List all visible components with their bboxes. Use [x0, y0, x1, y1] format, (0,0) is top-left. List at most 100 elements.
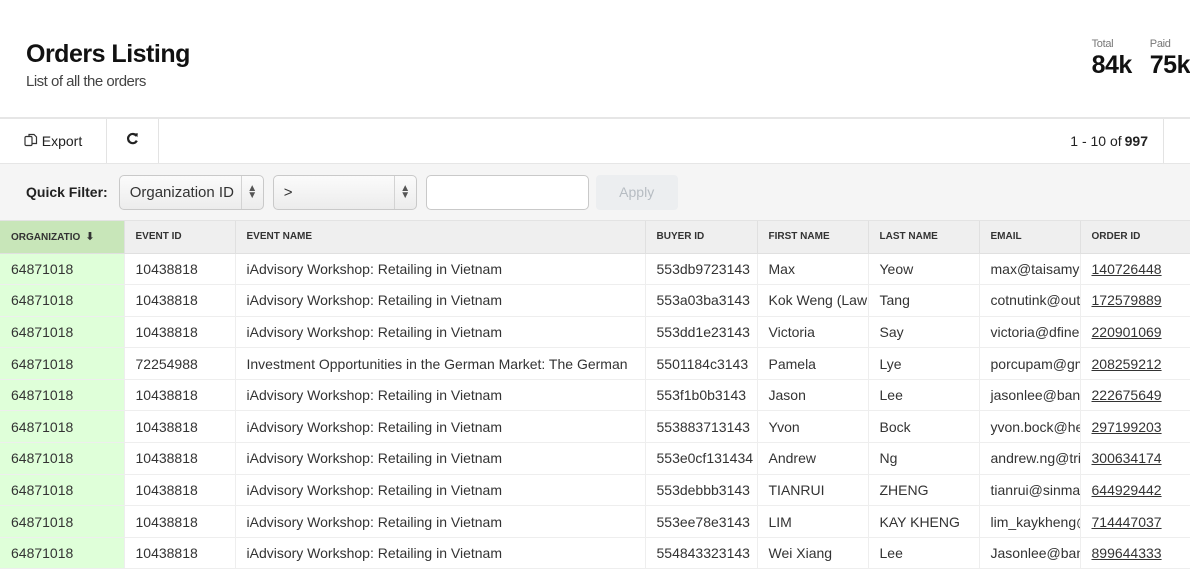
- cell-organization-id: 64871018: [0, 379, 125, 412]
- cell-order-id[interactable]: 172579889: [1080, 284, 1190, 317]
- cell-event-id: 10438818: [124, 316, 236, 349]
- apply-button[interactable]: Apply: [595, 174, 678, 210]
- cell-last-name: KAY KHENG: [868, 505, 980, 538]
- table-row[interactable]: 64871018 10438818 iAdvisory Workshop: Reta…: [0, 537, 1190, 570]
- cell-organization-id: 64871018: [0, 316, 125, 349]
- cell-event-id: 10438818: [124, 474, 236, 507]
- cell-event-name: iAdvisory Workshop: Retailing in Vietnam: [235, 474, 646, 507]
- cell-order-id[interactable]: 644929442: [1080, 474, 1190, 507]
- cell-event-id: 10438818: [124, 410, 236, 444]
- column-header-label: ORGANIZATIO: [11, 232, 81, 244]
- cell-last-name: ZHENG: [868, 474, 980, 507]
- page-title: Orders Listing: [26, 40, 190, 68]
- arrow-down-icon: ⬇: [82, 231, 95, 244]
- table-row[interactable]: 64871018 10438818 iAdvisory Workshop: Reta…: [0, 316, 1190, 349]
- cell-email: Jasonlee@banc: [979, 537, 1081, 570]
- quick-filter-bar: Quick Filter: Organization ID ▲ ▼ > ▲ ▼ Ap…: [0, 164, 1190, 221]
- cell-organization-id: 64871018: [0, 442, 125, 475]
- export-button[interactable]: Export: [0, 119, 107, 163]
- cell-email: yvon.bock@he: [979, 410, 1081, 444]
- cell-organization-id: 64871018: [0, 347, 125, 380]
- table-row[interactable]: 64871018 10438818 iAdvisory Workshop: Reta…: [0, 284, 1190, 317]
- cell-event-name: iAdvisory Workshop: Retailing in Vietnam: [235, 505, 646, 538]
- filter-field-value: Organization ID: [129, 183, 234, 201]
- table-row[interactable]: 64871018 10438818 iAdvisory Workshop: Reta…: [0, 474, 1190, 507]
- cell-email: cotnutink@out: [979, 284, 1081, 317]
- cell-event-name: iAdvisory Workshop: Retailing in Vietnam: [235, 253, 646, 286]
- cell-organization-id: 64871018: [0, 537, 125, 570]
- filter-operator-value: >: [283, 183, 293, 201]
- cell-first-name: Andrew: [757, 442, 869, 475]
- cell-email: porcupam@gm: [979, 347, 1081, 380]
- stat-paid: Paid 75k: [1150, 37, 1190, 79]
- page-header: Orders Listing List of all the orders To…: [0, 0, 1190, 118]
- cell-first-name: LIM: [757, 505, 869, 538]
- column-header-event-name[interactable]: EVENT NAME: [235, 221, 646, 254]
- cell-order-id[interactable]: 140726448: [1080, 253, 1190, 286]
- cell-buyer-id: 553f1b0b3143: [645, 379, 758, 412]
- column-header-event-id[interactable]: EVENT ID: [124, 221, 236, 254]
- cell-organization-id: 64871018: [0, 410, 125, 444]
- cell-event-id: 10438818: [124, 537, 236, 570]
- cell-order-id[interactable]: 208259212: [1080, 347, 1190, 380]
- refresh-icon: [126, 132, 139, 150]
- paging-range: 1 - 10 of: [1070, 133, 1122, 149]
- stat-total: Total 84k: [1091, 37, 1133, 79]
- stats-summary: Total 84k Paid 75k: [1092, 37, 1190, 79]
- column-header-email[interactable]: EMAIL: [979, 221, 1081, 254]
- cell-last-name: Yeow: [868, 253, 980, 286]
- cell-event-id: 10438818: [124, 379, 236, 412]
- cell-buyer-id: 553e0cf131434: [645, 442, 758, 475]
- column-header-organization-id[interactable]: ORGANIZATIO ⬇: [0, 221, 125, 254]
- updown-arrows-icon: ▲ ▼: [240, 175, 263, 209]
- cell-email: victoria@dfine: [979, 316, 1081, 349]
- cell-buyer-id: 553debbb3143: [645, 474, 758, 507]
- cell-buyer-id: 5501184c3143: [645, 347, 758, 380]
- cell-first-name: Victoria: [757, 316, 869, 349]
- table-row[interactable]: 64871018 10438818 iAdvisory Workshop: Reta…: [0, 410, 1190, 444]
- table-row[interactable]: 64871018 72254988 Investment Opportunities…: [0, 347, 1190, 380]
- column-header-order-id[interactable]: ORDER ID: [1080, 221, 1190, 254]
- cell-event-name: iAdvisory Workshop: Retailing in Vietnam: [235, 316, 646, 349]
- filter-operator-select[interactable]: > ▲ ▼: [272, 174, 417, 210]
- table-row[interactable]: 64871018 10438818 iAdvisory Workshop: Reta…: [0, 379, 1190, 412]
- cell-order-id[interactable]: 899644333: [1080, 537, 1190, 570]
- cell-order-id[interactable]: 222675649: [1080, 379, 1190, 412]
- cell-first-name: Yvon: [757, 410, 869, 444]
- cell-email: lim_kaykheng@: [979, 505, 1081, 538]
- column-header-buyer-id[interactable]: BUYER ID: [645, 221, 758, 254]
- table-header-row: ORGANIZATIO ⬇ EVENT ID EVENT NAME BUYER …: [0, 221, 1190, 254]
- stat-value: 75k: [1149, 51, 1190, 79]
- column-header-last-name[interactable]: LAST NAME: [868, 221, 980, 254]
- cell-event-name: Investment Opportunities in the German M…: [235, 347, 646, 380]
- cell-event-id: 72254988: [124, 347, 236, 380]
- copy-icon: [24, 133, 38, 150]
- column-header-first-name[interactable]: FIRST NAME: [757, 221, 869, 254]
- cell-order-id[interactable]: 714447037: [1080, 505, 1190, 538]
- filter-value-input[interactable]: [425, 174, 589, 210]
- cell-organization-id: 64871018: [0, 474, 125, 507]
- cell-order-id[interactable]: 220901069: [1080, 316, 1190, 349]
- table-row[interactable]: 64871018 10438818 iAdvisory Workshop: Reta…: [0, 505, 1190, 538]
- cell-buyer-id: 553883713143: [645, 410, 758, 444]
- cell-last-name: Lye: [868, 347, 980, 380]
- filter-field-select[interactable]: Organization ID ▲ ▼: [118, 174, 264, 210]
- cell-event-id: 10438818: [124, 284, 236, 317]
- cell-order-id[interactable]: 297199203: [1080, 410, 1190, 444]
- stat-label: Paid: [1149, 38, 1171, 50]
- cell-email: jasonlee@banc: [979, 379, 1081, 412]
- refresh-button[interactable]: [107, 119, 159, 163]
- pagination-info: 1 - 10 of 997: [1070, 119, 1164, 163]
- cell-event-name: iAdvisory Workshop: Retailing in Vietnam: [235, 442, 646, 475]
- export-label: Export: [41, 133, 83, 149]
- cell-buyer-id: 553dd1e23143: [645, 316, 758, 349]
- cell-order-id[interactable]: 300634174: [1080, 442, 1190, 475]
- page-subtitle: List of all the orders: [26, 73, 146, 90]
- cell-buyer-id: 553ee78e3143: [645, 505, 758, 538]
- table-row[interactable]: 64871018 10438818 iAdvisory Workshop: Reta…: [0, 253, 1190, 286]
- table-row[interactable]: 64871018 10438818 iAdvisory Workshop: Reta…: [0, 442, 1190, 475]
- cell-buyer-id: 554843323143: [645, 537, 758, 570]
- stat-label: Total: [1091, 38, 1114, 50]
- orders-table: ORGANIZATIO ⬇ EVENT ID EVENT NAME BUYER …: [0, 221, 1190, 570]
